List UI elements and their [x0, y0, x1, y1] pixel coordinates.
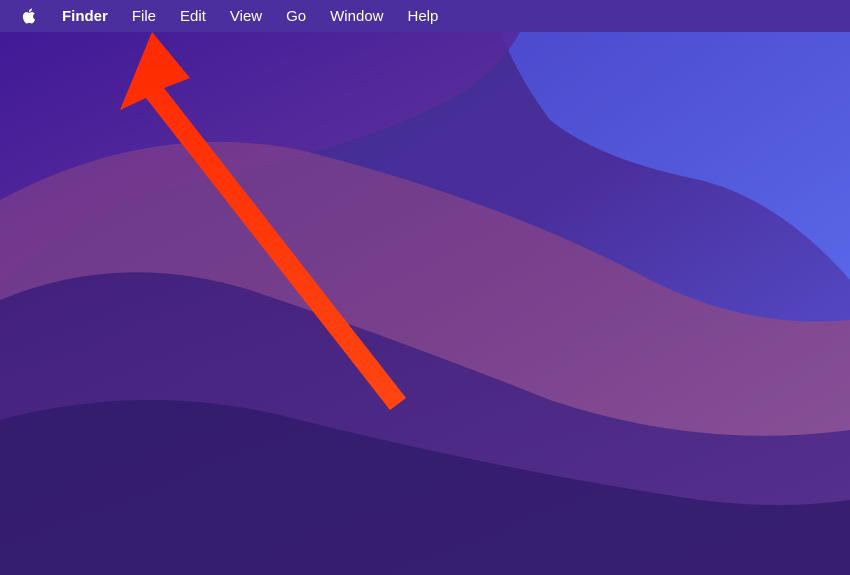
desktop[interactable]: Finder File Edit View Go Window Help — [0, 0, 850, 575]
menu-file[interactable]: File — [132, 8, 156, 25]
menu-view[interactable]: View — [230, 8, 262, 25]
menu-help[interactable]: Help — [408, 8, 439, 25]
menubar: Finder File Edit View Go Window Help — [0, 0, 850, 32]
menu-app-name[interactable]: Finder — [62, 8, 108, 25]
desktop-wallpaper — [0, 0, 850, 575]
menu-go[interactable]: Go — [286, 8, 306, 25]
menu-edit[interactable]: Edit — [180, 8, 206, 25]
menu-window[interactable]: Window — [330, 8, 383, 25]
apple-menu-icon[interactable] — [20, 7, 38, 25]
